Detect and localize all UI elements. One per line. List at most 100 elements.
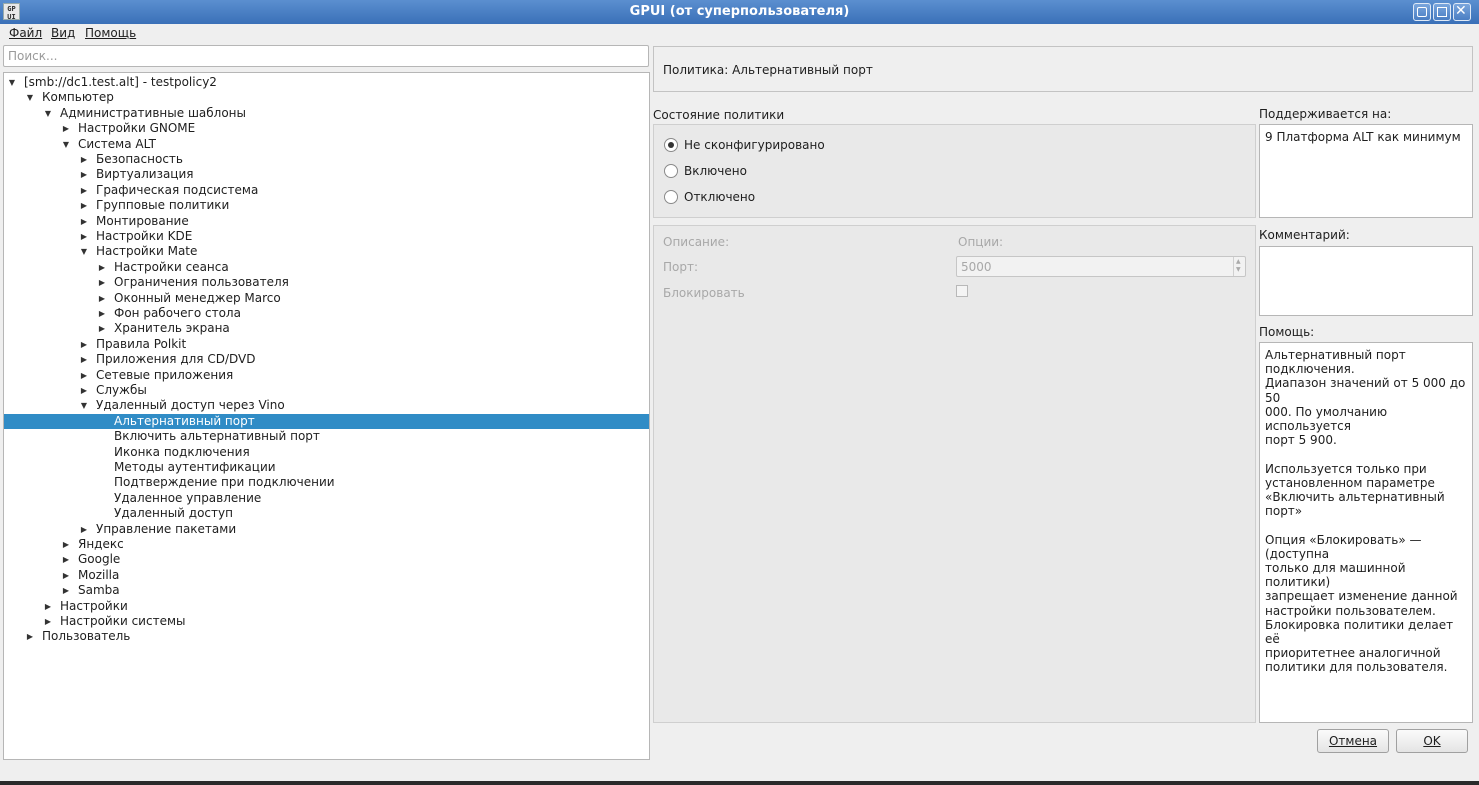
tree-item[interactable]: ▶ Графическая подсистема [4,183,649,198]
tree-item[interactable]: ▶ Оконный менеджер Marco [4,291,649,306]
policy-tree[interactable]: ▼ [smb://dc1.test.alt] - testpolicy2 ▼ Комп… [3,72,650,760]
cancel-button[interactable]: Отмена [1317,729,1389,753]
expanded-arrow-icon[interactable]: ▼ [7,75,17,90]
tree-item[interactable]: ▼ [smb://dc1.test.alt] - testpolicy2 [4,75,649,90]
collapsed-arrow-icon[interactable]: ▶ [79,368,89,383]
port-label: Порт: [663,260,699,274]
expanded-arrow-icon[interactable]: ▼ [43,106,53,121]
tree-item-label: Службы [96,383,147,397]
tree-item[interactable]: ▶ Групповые политики [4,198,649,213]
tree-item[interactable]: ▶ Виртуализация [4,167,649,182]
tree-item[interactable]: ▶ Ограничения пользователя [4,275,649,290]
tree-item-selected[interactable]: Альтернативный порт [4,413,649,429]
collapsed-arrow-icon[interactable]: ▶ [43,599,53,614]
search-input[interactable] [3,45,649,67]
close-button[interactable]: ✕ [1453,3,1471,21]
tree-item-label: Административные шаблоны [60,105,247,120]
radio-button[interactable] [664,164,678,178]
tree-item[interactable]: ▼ Настройки Mate [4,244,649,259]
tree-item[interactable]: ▶ Правила Polkit [4,337,649,352]
port-spinbox[interactable]: 5000 ▲ ▼ [956,256,1246,277]
collapsed-arrow-icon[interactable]: ▶ [79,152,89,167]
tree-item[interactable]: ▶ Монтирование [4,214,649,229]
tree-item-label: Настройки системы [60,614,186,628]
tree-item[interactable]: ▶ Управление пакетами [4,522,649,537]
expanded-arrow-icon[interactable]: ▼ [79,244,89,259]
tree-item[interactable]: ▶ Настройки [4,599,649,614]
tree-item[interactable]: ▶ Хранитель экрана [4,321,649,336]
collapsed-arrow-icon[interactable]: ▶ [79,214,89,229]
lock-checkbox[interactable] [956,285,968,297]
tree-item[interactable]: ▼ Административные шаблоны [4,106,649,121]
tree-item[interactable]: ▶ Сетевые приложения [4,368,649,383]
close-icon: ✕ [1455,3,1467,19]
tree-item[interactable]: ▶ Приложения для CD/DVD [4,352,649,367]
expanded-arrow-icon[interactable]: ▼ [79,398,89,413]
tree-item[interactable]: Включить альтернативный порт [4,429,649,444]
ok-button[interactable]: OK [1396,729,1468,753]
tree-item[interactable]: ▶ Google [4,552,649,567]
tree-item[interactable]: Удаленное управление [4,491,649,506]
tree-item-label: Удаленный доступ [114,506,233,521]
collapsed-arrow-icon[interactable]: ▶ [79,183,89,198]
tree-item[interactable]: Методы аутентификации [4,460,649,475]
port-value: 5000 [961,260,992,274]
collapsed-arrow-icon[interactable]: ▶ [97,275,107,290]
collapsed-arrow-icon[interactable]: ▶ [79,167,89,182]
collapsed-arrow-icon[interactable]: ▶ [61,583,71,598]
tree-item[interactable]: ▶ Настройки GNOME [4,121,649,136]
collapsed-arrow-icon[interactable]: ▶ [79,522,89,537]
tree-item[interactable]: ▼ Система ALT [4,137,649,152]
tree-item-label: Пользователь [42,629,131,644]
collapsed-arrow-icon[interactable]: ▶ [61,568,71,583]
radio-button[interactable] [664,190,678,204]
collapsed-arrow-icon[interactable]: ▶ [25,629,35,644]
tree-item[interactable]: Подтверждение при подключении [4,475,649,490]
minimize-button[interactable] [1413,3,1431,21]
tree-item-label: Монтирование [96,213,189,228]
radio-button[interactable] [664,138,678,152]
tree-item[interactable]: Удаленный доступ [4,506,649,521]
collapsed-arrow-icon[interactable]: ▶ [61,537,71,552]
comment-field[interactable] [1259,246,1473,316]
tree-item[interactable]: ▶ Яндекс [4,537,649,552]
maximize-button[interactable] [1433,3,1451,21]
tree-item[interactable]: ▶ Mozilla [4,568,649,583]
tree-item[interactable]: Иконка подключения [4,445,649,460]
collapsed-arrow-icon[interactable]: ▶ [97,260,107,275]
collapsed-arrow-icon[interactable]: ▶ [97,291,107,306]
expanded-arrow-icon[interactable]: ▼ [61,137,71,152]
collapsed-arrow-icon[interactable]: ▶ [79,337,89,352]
tree-item[interactable]: ▶ Samba [4,583,649,598]
menu-help[interactable]: Помощь [85,26,136,40]
collapsed-arrow-icon[interactable]: ▶ [79,352,89,367]
tree-item[interactable]: ▼ Компьютер [4,90,649,105]
expanded-arrow-icon[interactable]: ▼ [25,90,35,105]
collapsed-arrow-icon[interactable]: ▶ [79,229,89,244]
tree-item[interactable]: ▶ Настройки KDE [4,229,649,244]
menu-file[interactable]: Файл [9,26,42,40]
spin-up-icon[interactable]: ▲ [1236,258,1241,265]
collapsed-arrow-icon[interactable]: ▶ [61,552,71,567]
collapsed-arrow-icon[interactable]: ▶ [79,198,89,213]
tree-item[interactable]: ▶ Настройки системы [4,614,649,629]
tree-item[interactable]: ▶ Службы [4,383,649,398]
collapsed-arrow-icon[interactable]: ▶ [97,321,107,336]
tree-item[interactable]: ▶ Безопасность [4,152,649,167]
tree-item-label: Управление пакетами [96,521,237,536]
tree-item-label: Ограничения пользователя [114,275,289,290]
collapsed-arrow-icon[interactable]: ▶ [79,383,89,398]
tree-item[interactable]: ▼ Удаленный доступ через Vino [4,398,649,413]
tree-item-label: Samba [78,583,120,598]
collapsed-arrow-icon[interactable]: ▶ [61,121,71,136]
tree-item[interactable]: ▶ Настройки сеанса [4,260,649,275]
collapsed-arrow-icon[interactable]: ▶ [43,614,53,629]
spin-arrows[interactable]: ▲ ▼ [1233,257,1245,276]
tree-item-label: Виртуализация [96,167,194,182]
tree-item[interactable]: ▶ Фон рабочего стола [4,306,649,321]
spin-down-icon[interactable]: ▼ [1236,266,1241,273]
collapsed-arrow-icon[interactable]: ▶ [97,306,107,321]
tree-item-label: Правила Polkit [96,336,187,351]
menu-view[interactable]: Вид [51,26,75,40]
tree-item[interactable]: ▶ Пользователь [4,629,649,644]
